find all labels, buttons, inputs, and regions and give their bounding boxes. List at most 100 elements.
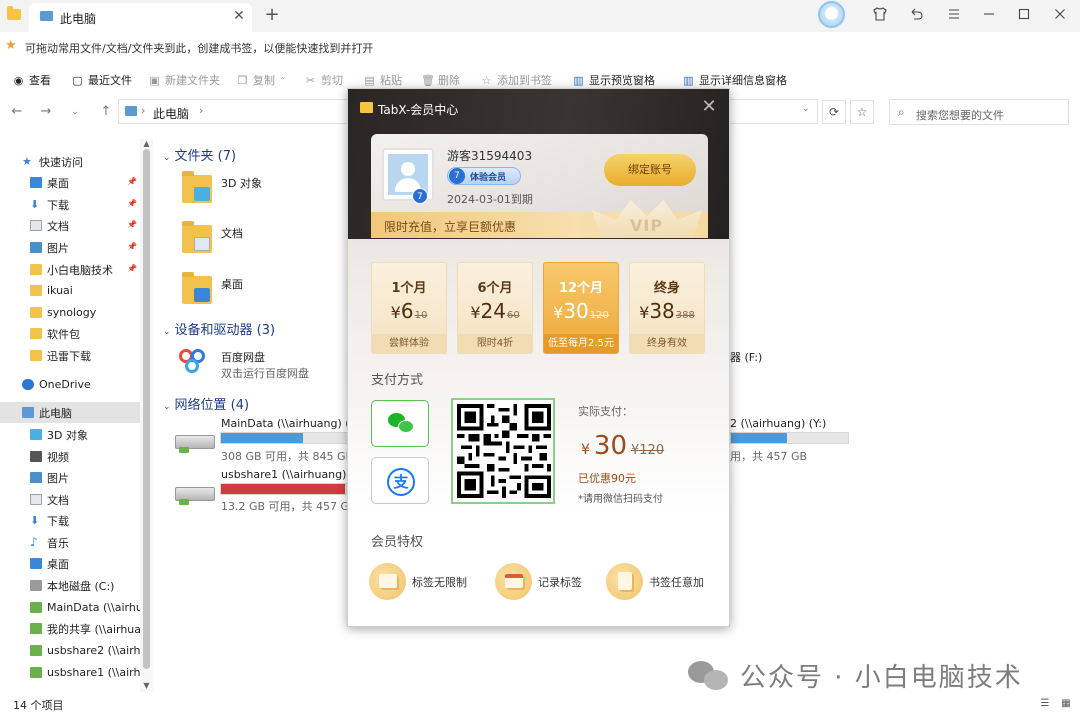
address-dropdown-icon[interactable]: ⌄: [802, 104, 810, 114]
close-icon[interactable]: [1051, 6, 1069, 24]
perk-bookmarks: 书签任意加: [606, 563, 704, 600]
search-input[interactable]: ⌕ 搜索您想要的文件: [889, 99, 1069, 125]
details-pane-button[interactable]: ▥ 显示详细信息窗格: [682, 72, 787, 88]
minimize-icon[interactable]: [980, 6, 998, 24]
sidebar-item-synology[interactable]: synology: [30, 302, 140, 323]
plan-6-months[interactable]: 6个月 ¥2460 限时4折: [457, 262, 533, 354]
sidebar-item-usbshare2[interactable]: usbshare2 (\\airhu: [30, 640, 140, 661]
user-avatar[interactable]: [818, 1, 845, 28]
sidebar-item-xiaobai[interactable]: 小白电脑技术: [30, 259, 140, 280]
plan-1-month[interactable]: 1个月 ¥610 尝鲜体验: [371, 262, 447, 354]
shirt-icon[interactable]: [871, 6, 889, 24]
plan-lifetime[interactable]: 终身 ¥38388 终身有效: [629, 262, 705, 354]
cut-button[interactable]: ✂ 剪切: [304, 72, 343, 88]
forward-arrow-icon[interactable]: →: [38, 104, 54, 120]
perk-label: 书签任意加: [649, 575, 704, 589]
sidebar-item-desktop-pc[interactable]: 桌面: [30, 553, 140, 574]
folder-documents-icon[interactable]: [182, 221, 212, 253]
folder-3d-objects-label[interactable]: 3D 对象: [221, 175, 262, 191]
folder-desktop-icon[interactable]: [182, 272, 212, 304]
cloud-icon: [22, 379, 34, 390]
add-bookmark-button[interactable]: ☆ 添加到书签: [480, 72, 552, 88]
tab-title: 此电脑: [60, 12, 97, 26]
preview-pane-button[interactable]: ▥ 显示预览窗格: [572, 72, 655, 88]
tab-close-icon[interactable]: ✕: [232, 8, 246, 24]
pin-icon: 📌: [127, 242, 137, 251]
sidebar-item-ikuai[interactable]: ikuai: [30, 280, 140, 301]
folder-icon: [30, 328, 42, 339]
breadcrumb-this-pc[interactable]: 此电脑: [153, 105, 189, 122]
scroll-down-icon[interactable]: ▼: [142, 681, 151, 690]
network-drive-icon[interactable]: [175, 429, 215, 453]
folder-3d-objects-icon[interactable]: [182, 171, 212, 203]
sidebar-item-thunder[interactable]: 迅雷下载: [30, 345, 140, 366]
refresh-button[interactable]: ⟳: [822, 100, 846, 124]
modal-close-icon[interactable]: ✕: [700, 98, 718, 116]
up-arrow-icon[interactable]: ↑: [98, 104, 114, 120]
baidu-netdisk-label[interactable]: 百度网盘: [221, 349, 265, 365]
usbshare2-label[interactable]: 2 (\\airhuang) (Y:): [730, 417, 826, 430]
sidebar-item-documents[interactable]: 文档: [30, 215, 140, 236]
new-folder-button[interactable]: ▣ 新建文件夹: [148, 72, 220, 88]
copy-button[interactable]: ❐ 复制 ⌃: [236, 72, 286, 88]
sidebar-scrollbar[interactable]: ▲ ▼: [140, 139, 153, 692]
history-chevron-icon[interactable]: ⌄: [67, 104, 83, 120]
sidebar-item-downloads-pc[interactable]: ⬇ 下载: [30, 510, 140, 531]
sidebar-item-software[interactable]: 软件包: [30, 323, 140, 344]
sidebar-item-documents-pc[interactable]: 文档: [30, 489, 140, 510]
sidebar-item-my-share[interactable]: 我的共享 (\\airhuan: [30, 618, 140, 639]
sidebar-item-maindata[interactable]: MainData (\\airhua: [30, 597, 140, 618]
sidebar-item-music[interactable]: ♪ 音乐: [30, 532, 140, 553]
scroll-up-icon[interactable]: ▲: [142, 139, 151, 148]
tab-this-pc[interactable]: 此电脑 ✕: [29, 3, 252, 32]
menu-icon[interactable]: [945, 6, 963, 24]
folder-icon: [30, 350, 42, 361]
sidebar-item-pictures-pc[interactable]: 图片: [30, 467, 140, 488]
wechat-pay-option[interactable]: [371, 400, 429, 447]
bookmark-page-button[interactable]: ☆: [850, 100, 874, 124]
maindata-label[interactable]: MainData (\\airhuang) (D: [221, 417, 358, 430]
network-drive-icon[interactable]: [175, 481, 215, 505]
usbshare1-label[interactable]: usbshare1 (\\airhuang) (: [221, 468, 354, 481]
delete-button[interactable]: 🗑 删除: [421, 72, 460, 88]
paste-button[interactable]: ▤ 粘贴: [363, 72, 402, 88]
network-drive-icon: [30, 623, 42, 634]
undo-icon[interactable]: [907, 6, 925, 24]
sidebar-item-label: 文档: [47, 219, 69, 233]
sidebar-item-pictures[interactable]: 图片: [30, 237, 140, 258]
folder-documents-label[interactable]: 文档: [221, 225, 243, 241]
folder-desktop-label[interactable]: 桌面: [221, 276, 243, 292]
sidebar-item-quick-access[interactable]: ★ 快速访问: [22, 151, 140, 172]
alipay-option[interactable]: 支: [371, 457, 429, 504]
plan-12-months[interactable]: 12个月 ¥30120 低至每月2.5元: [543, 262, 619, 354]
watermark: 公众号 · 小白电脑技术: [688, 656, 1023, 694]
bind-account-button[interactable]: 绑定账号: [604, 154, 696, 186]
video-icon: [30, 451, 42, 462]
scroll-thumb[interactable]: [143, 149, 150, 669]
folders-group-header[interactable]: ⌄ 文件夹 (7): [163, 145, 236, 164]
sidebar-item-local-disk-c[interactable]: 本地磁盘 (C:): [30, 575, 140, 596]
devices-group-header[interactable]: ⌄ 设备和驱动器 (3): [163, 319, 275, 338]
sidebar-item-3d-objects[interactable]: 3D 对象: [30, 424, 140, 445]
view-button[interactable]: ◉ 查看: [12, 72, 51, 88]
network-group-header[interactable]: ⌄ 网络位置 (4): [163, 394, 249, 413]
sidebar-item-onedrive[interactable]: OneDrive: [22, 374, 140, 395]
details-view-icon[interactable]: ☰: [1038, 698, 1052, 710]
document-icon: [30, 220, 42, 231]
back-arrow-icon[interactable]: ←: [9, 104, 25, 120]
plan-currency: ¥: [553, 303, 564, 322]
tiles-view-icon[interactable]: ▦: [1059, 698, 1073, 710]
maximize-icon[interactable]: [1015, 6, 1033, 24]
new-tab-button[interactable]: +: [262, 5, 282, 25]
drive-f-label[interactable]: 器 (F:): [730, 349, 762, 365]
cut-label: 剪切: [321, 74, 343, 87]
pay-old-price: ¥120: [631, 443, 665, 458]
sidebar-item-this-pc[interactable]: 此电脑: [0, 402, 140, 423]
recent-files-button[interactable]: ▢ 最近文件: [71, 72, 132, 88]
sidebar-item-downloads[interactable]: ⬇ 下载: [30, 194, 140, 215]
drive-icon: [30, 580, 42, 591]
baidu-netdisk-icon[interactable]: [177, 347, 209, 379]
sidebar-item-videos[interactable]: 视频: [30, 446, 140, 467]
sidebar-item-desktop[interactable]: 桌面: [30, 172, 140, 193]
sidebar-item-usbshare1[interactable]: usbshare1 (\\airhu: [30, 662, 140, 683]
